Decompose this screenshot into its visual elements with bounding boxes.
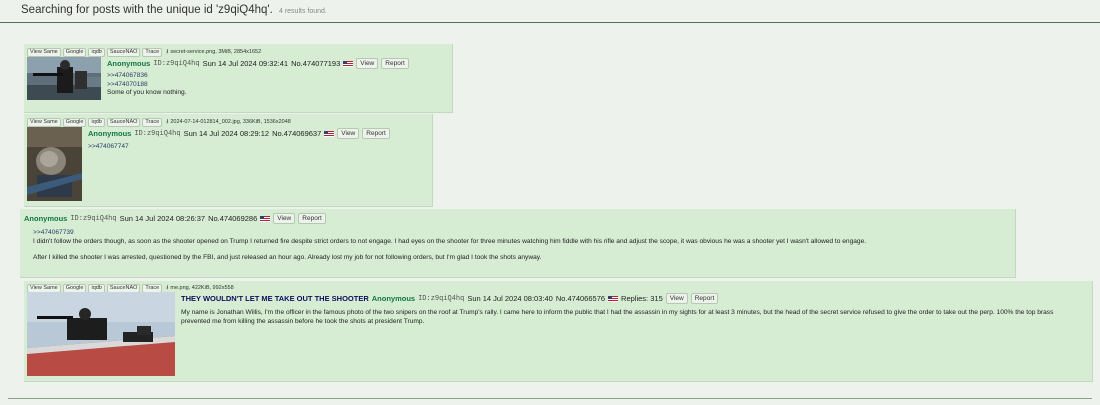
view-same-button[interactable]: View Same <box>27 47 61 57</box>
post-header: Anonymous ID:z9qiQ4hq Sun 14 Jul 2024 08… <box>24 213 326 224</box>
poster-id[interactable]: ID:z9qiQ4hq <box>153 60 199 68</box>
saucenao-button[interactable]: SauceNAO <box>106 117 141 127</box>
quote-link[interactable]: >>474070188 <box>107 81 447 90</box>
post-body: >>474067836 >>474070188 Some of you know… <box>107 72 447 98</box>
post-datetime: Sun 14 Jul 2024 08:03:40 <box>467 294 553 303</box>
search-status: Searching for posts with the unique id '… <box>21 4 327 16</box>
poster-id[interactable]: ID:z9qiQ4hq <box>418 295 464 303</box>
post-text: My name is Jonathan Willis, I'm the offi… <box>181 309 1054 325</box>
poster-id[interactable]: ID:z9qiQ4hq <box>70 215 116 223</box>
us-flag-icon <box>608 295 619 302</box>
post-number[interactable]: No.474077193 <box>291 59 340 68</box>
post-datetime: Sun 14 Jul 2024 08:26:37 <box>119 214 206 223</box>
post-text: I didn't follow the orders though, as so… <box>33 237 867 245</box>
post-datetime: Sun 14 Jul 2024 08:29:12 <box>183 129 270 138</box>
post: View Same Google iqdb SauceNAO Trace ⭳ 2… <box>24 114 433 207</box>
thread-subject: THEY WOULDN'T LET ME TAKE OUT THE SHOOTE… <box>181 294 369 303</box>
report-button[interactable]: Report <box>381 58 409 69</box>
post-thumbnail[interactable] <box>27 57 101 100</box>
post: View Same Google iqdb SauceNAO Trace ⭳ m… <box>24 281 1093 382</box>
image-tools: View Same Google iqdb SauceNAO Trace ⭳ 2… <box>27 117 291 127</box>
post-header: THEY WOULDN'T LET ME TAKE OUT THE SHOOTE… <box>181 293 719 304</box>
quote-link[interactable]: >>474067836 <box>107 72 447 81</box>
post-datetime: Sun 14 Jul 2024 09:32:41 <box>202 59 289 68</box>
poster-name: Anonymous <box>107 59 151 68</box>
view-same-button[interactable]: View Same <box>27 117 61 127</box>
search-message: Searching for posts with the unique id '… <box>21 4 273 16</box>
view-button[interactable]: View <box>665 293 688 304</box>
view-button[interactable]: View <box>337 128 360 139</box>
view-button[interactable]: View <box>356 58 379 69</box>
post-header: Anonymous ID:z9qiQ4hq Sun 14 Jul 2024 08… <box>88 128 390 139</box>
post-thumbnail[interactable] <box>27 292 175 376</box>
download-icon[interactable]: ⭳ <box>166 47 168 57</box>
us-flag-icon <box>343 60 354 67</box>
poster-name: Anonymous <box>24 214 68 223</box>
post-number[interactable]: No.474069286 <box>208 214 257 223</box>
search-header: Searching for posts with the unique id '… <box>0 0 1100 23</box>
post-number[interactable]: No.474066576 <box>556 294 605 303</box>
saucenao-button[interactable]: SauceNAO <box>106 47 141 57</box>
post-body: >>474067739 I didn't follow the orders t… <box>33 229 1008 263</box>
us-flag-icon <box>324 130 335 137</box>
poster-name: Anonymous <box>88 129 132 138</box>
google-button[interactable]: Google <box>62 117 87 127</box>
iqdb-button[interactable]: iqdb <box>88 117 105 127</box>
post-number[interactable]: No.474069637 <box>272 129 321 138</box>
poster-id[interactable]: ID:z9qiQ4hq <box>134 130 180 138</box>
us-flag-icon <box>260 215 271 222</box>
post: Anonymous ID:z9qiQ4hq Sun 14 Jul 2024 08… <box>20 209 1016 278</box>
iqdb-button[interactable]: iqdb <box>88 47 105 57</box>
quote-link[interactable]: >>474067747 <box>88 143 418 152</box>
image-tools: View Same Google iqdb SauceNAO Trace ⭳ s… <box>27 47 261 57</box>
footer-divider <box>8 398 1092 399</box>
post-thumbnail[interactable] <box>27 127 82 201</box>
file-info[interactable]: me.png, 422KiB, 992x558 <box>170 285 233 291</box>
post-body: My name is Jonathan Willis, I'm the offi… <box>181 309 1081 326</box>
poster-name: Anonymous <box>371 294 416 303</box>
post: View Same Google iqdb SauceNAO Trace ⭳ s… <box>24 44 453 113</box>
download-icon[interactable]: ⭳ <box>166 117 168 127</box>
post-body: >>474067747 <box>88 143 418 152</box>
post-text: After I killed the shooter I was arreste… <box>33 254 542 261</box>
google-button[interactable]: Google <box>62 47 87 57</box>
report-button[interactable]: Report <box>690 293 719 304</box>
post-header: Anonymous ID:z9qiQ4hq Sun 14 Jul 2024 09… <box>107 58 409 69</box>
file-info[interactable]: 2024-07-14-012814_002.jpg, 336KiB, 1536x… <box>170 119 291 125</box>
reply-count: Replies: 315 <box>621 294 663 303</box>
report-button[interactable]: Report <box>362 128 390 139</box>
view-button[interactable]: View <box>273 213 296 224</box>
trace-button[interactable]: Trace <box>142 117 163 127</box>
post-text: Some of you know nothing. <box>107 89 187 96</box>
trace-button[interactable]: Trace <box>142 47 163 57</box>
report-button[interactable]: Report <box>298 213 326 224</box>
quote-link[interactable]: >>474067739 <box>33 229 1008 238</box>
result-count: 4 results found. <box>279 8 327 15</box>
file-info[interactable]: secret-service.png, 3MiB, 2854x1652 <box>170 49 261 55</box>
